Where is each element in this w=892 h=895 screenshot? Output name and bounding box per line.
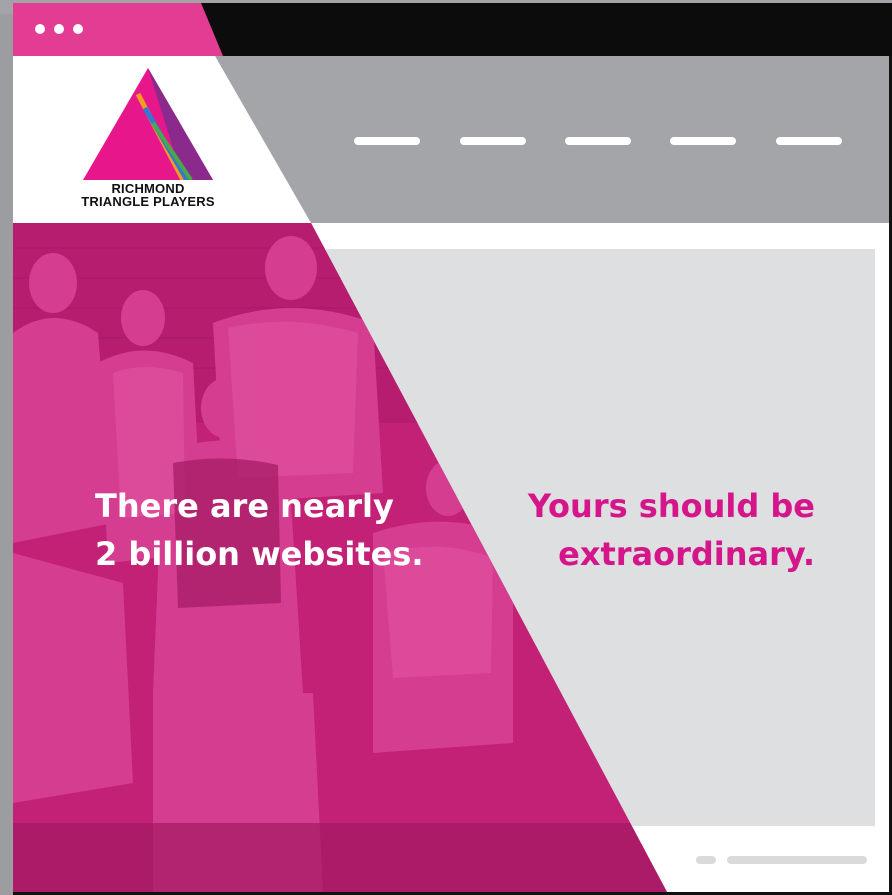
nav-link[interactable] bbox=[354, 137, 420, 145]
hero-headline-right: Yours should be extraordinary. bbox=[453, 482, 815, 578]
window-control-dot[interactable] bbox=[35, 24, 45, 34]
hero-headline-left-line2: 2 billion websites. bbox=[95, 535, 424, 573]
window-control-dot[interactable] bbox=[73, 24, 83, 34]
page-viewport: There are nearly 2 billion websites. You… bbox=[13, 56, 889, 892]
nav-link[interactable] bbox=[460, 137, 526, 145]
logo-wordmark: RICHMOND TRIANGLE PLAYERS bbox=[63, 182, 233, 208]
window-control-dot[interactable] bbox=[54, 24, 64, 34]
hero-headline-left: There are nearly 2 billion websites. bbox=[95, 482, 455, 578]
hero-headline-right-line1: Yours should be bbox=[527, 487, 815, 525]
hero-headline-left-line1: There are nearly bbox=[95, 487, 394, 525]
triangle-logo-icon bbox=[83, 68, 213, 180]
nav-link[interactable] bbox=[670, 137, 736, 145]
hero-headline-right-line2: extraordinary. bbox=[558, 535, 815, 573]
nav-link[interactable] bbox=[776, 137, 842, 145]
nav-link[interactable] bbox=[565, 137, 631, 145]
footer-placeholder-long bbox=[727, 856, 867, 864]
title-bar bbox=[13, 3, 892, 56]
footer-placeholder-short bbox=[696, 856, 716, 864]
logo-line2: TRIANGLE PLAYERS bbox=[81, 194, 215, 209]
browser-window: There are nearly 2 billion websites. You… bbox=[13, 3, 892, 895]
